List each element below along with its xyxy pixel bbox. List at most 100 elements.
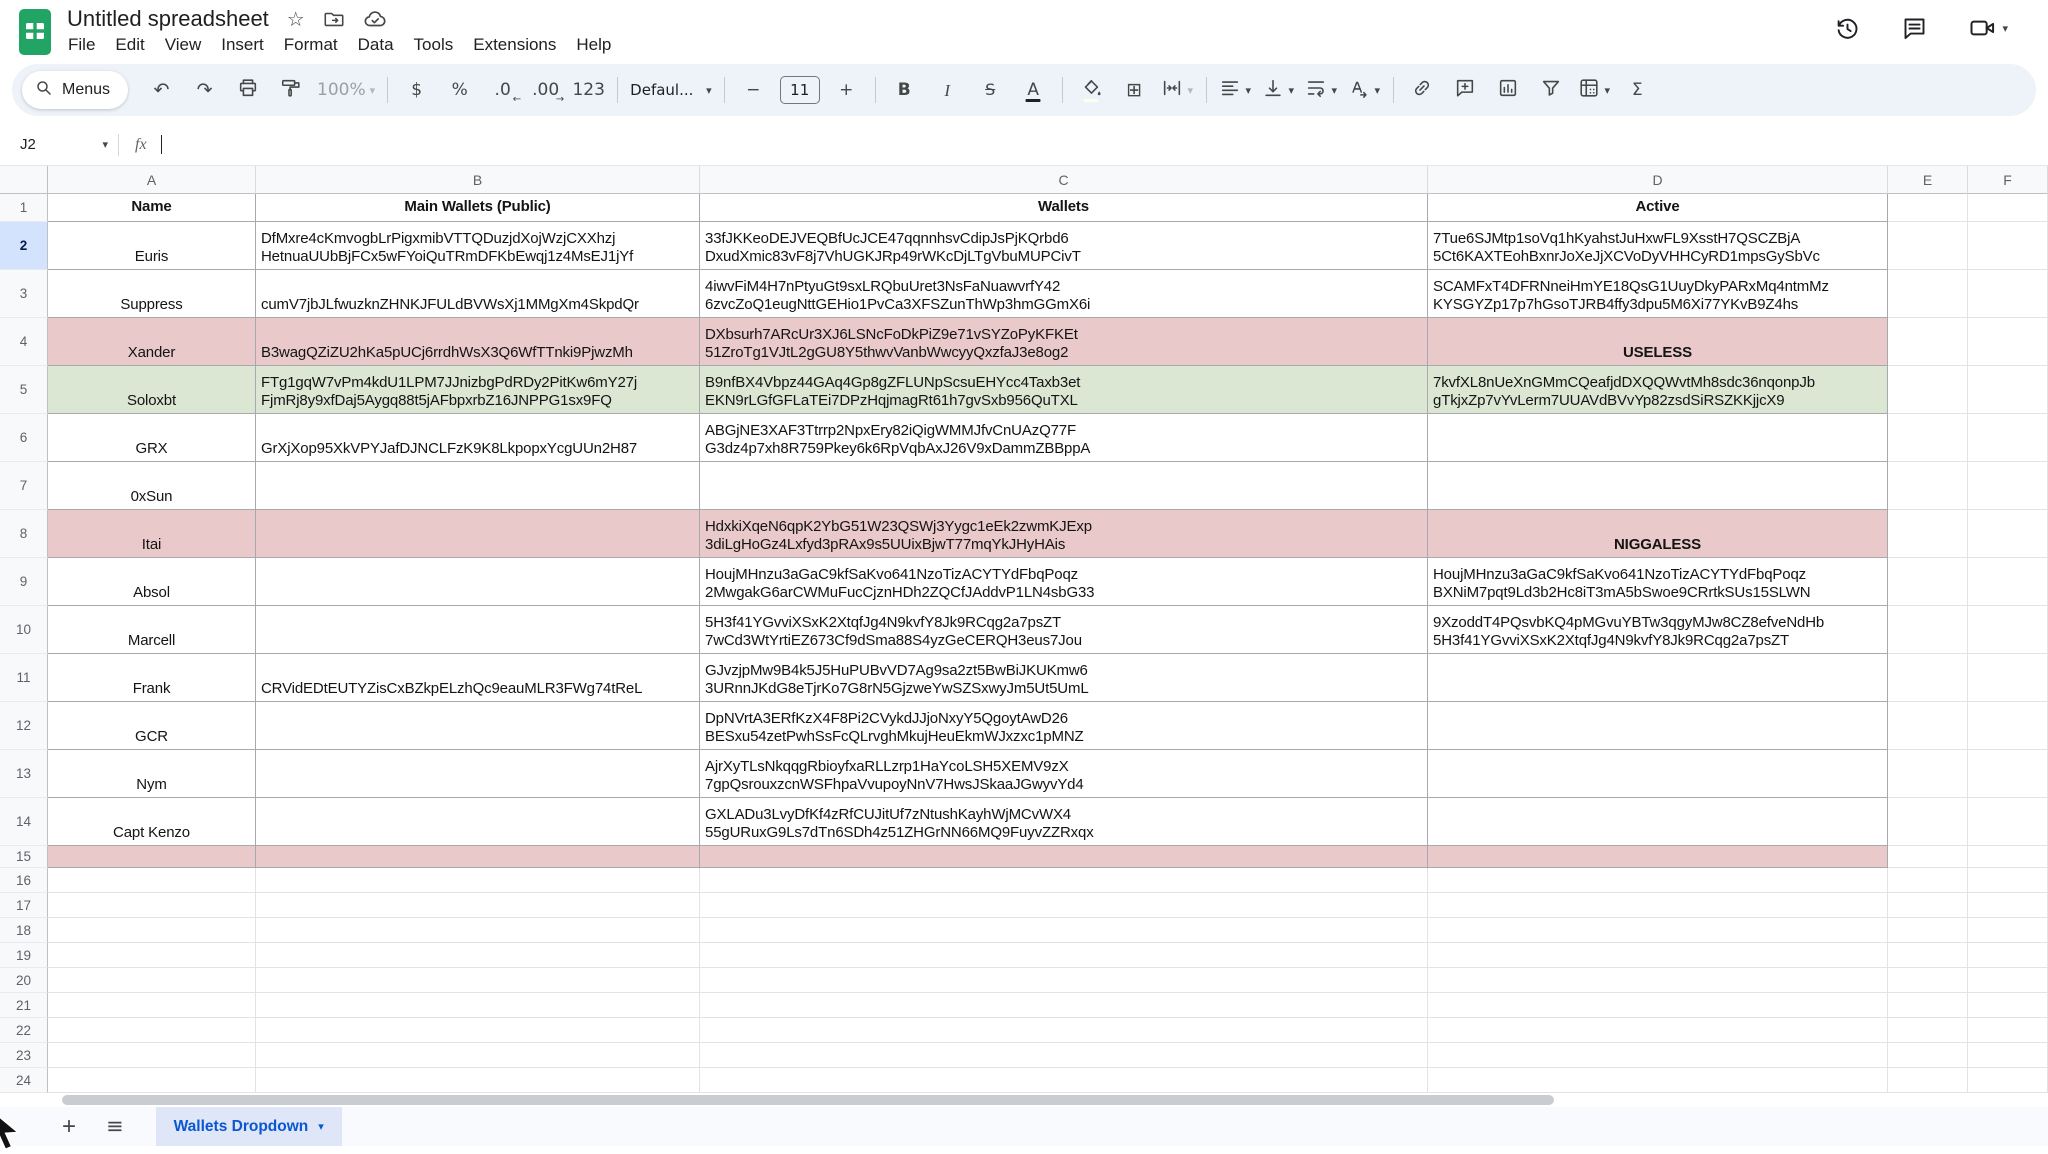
cell-D8[interactable]: NIGGALESS	[1428, 510, 1888, 558]
cell-A17[interactable]	[48, 893, 256, 918]
video-call-icon[interactable]: ▾	[1968, 14, 2008, 42]
cell-B16[interactable]	[256, 868, 700, 893]
cell-B23[interactable]	[256, 1043, 700, 1068]
cell-C16[interactable]	[700, 868, 1428, 893]
name-box-dropdown-icon[interactable]: ▾	[102, 138, 108, 151]
increase-decimals-button[interactable]: .00→	[524, 73, 567, 107]
cell-B17[interactable]	[256, 893, 700, 918]
cell-A1[interactable]: Name	[48, 194, 256, 222]
paint-format-button[interactable]	[269, 73, 312, 107]
cell-D17[interactable]	[1428, 893, 1888, 918]
merge-cells-button[interactable]: ▾	[1156, 73, 1199, 107]
cell-A5[interactable]: Soloxbt	[48, 366, 256, 414]
cell-C10[interactable]: 5H3f41YGvviXSxK2XtqfJg4N9kvfY8Jk9RCqg2a7…	[700, 606, 1428, 654]
cell-D22[interactable]	[1428, 1018, 1888, 1043]
cell-B13[interactable]	[256, 750, 700, 798]
cell-E13[interactable]	[1888, 750, 1968, 798]
row-header-12[interactable]: 12	[0, 702, 48, 750]
cell-D19[interactable]	[1428, 943, 1888, 968]
cell-F9[interactable]	[1968, 558, 2048, 606]
cell-D5[interactable]: 7kvfXL8nUeXnGMmCQeafjdDXQQWvtMh8sdc36nqo…	[1428, 366, 1888, 414]
redo-button[interactable]: ↷	[183, 73, 226, 107]
cell-A10[interactable]: Marcell	[48, 606, 256, 654]
cell-A15[interactable]	[48, 846, 256, 868]
cell-D9[interactable]: HoujMHnzu3aGaC9kfSaKvo641NzoTizACYTYdFbq…	[1428, 558, 1888, 606]
text-wrapping-button[interactable]: ▾	[1300, 73, 1343, 107]
cell-A16[interactable]	[48, 868, 256, 893]
cell-B20[interactable]	[256, 968, 700, 993]
menus-search-pill[interactable]: Menus	[22, 71, 128, 109]
cell-E18[interactable]	[1888, 918, 1968, 943]
version-history-icon[interactable]	[1834, 15, 1861, 42]
format-currency-button[interactable]: $	[395, 73, 438, 107]
cell-C5[interactable]: B9nfBX4Vbpz44GAq4Gp8gZFLUNpScsuEHYcc4Tax…	[700, 366, 1428, 414]
cell-D24[interactable]	[1428, 1068, 1888, 1093]
cell-C18[interactable]	[700, 918, 1428, 943]
cell-C19[interactable]	[700, 943, 1428, 968]
cell-F2[interactable]	[1968, 222, 2048, 270]
insert-chart-button[interactable]	[1487, 73, 1530, 107]
cell-F18[interactable]	[1968, 918, 2048, 943]
cell-D11[interactable]	[1428, 654, 1888, 702]
cell-B5[interactable]: FTg1gqW7vPm4kdU1LPM7JJnizbgPdRDy2PitKw6m…	[256, 366, 700, 414]
cell-F8[interactable]	[1968, 510, 2048, 558]
row-header-15[interactable]: 15	[0, 846, 48, 868]
cell-B7[interactable]	[256, 462, 700, 510]
cell-F17[interactable]	[1968, 893, 2048, 918]
row-header-22[interactable]: 22	[0, 1018, 48, 1043]
name-box[interactable]: J2 ▾	[0, 136, 118, 153]
cell-A21[interactable]	[48, 993, 256, 1018]
cell-B14[interactable]	[256, 798, 700, 846]
vertical-align-button-dropdown-icon[interactable]: ▾	[1288, 84, 1294, 97]
cell-B24[interactable]	[256, 1068, 700, 1093]
text-wrapping-button-dropdown-icon[interactable]: ▾	[1331, 84, 1337, 97]
add-sheet-button[interactable]: +	[62, 1115, 76, 1139]
cell-E23[interactable]	[1888, 1043, 1968, 1068]
cell-E10[interactable]	[1888, 606, 1968, 654]
cell-F14[interactable]	[1968, 798, 2048, 846]
cell-B19[interactable]	[256, 943, 700, 968]
row-header-3[interactable]: 3	[0, 270, 48, 318]
cell-B22[interactable]	[256, 1018, 700, 1043]
select-all-corner[interactable]	[0, 166, 48, 194]
row-header-4[interactable]: 4	[0, 318, 48, 366]
menu-view[interactable]: View	[155, 33, 212, 57]
column-header-E[interactable]: E	[1888, 166, 1968, 194]
row-header-5[interactable]: 5	[0, 366, 48, 414]
cell-E22[interactable]	[1888, 1018, 1968, 1043]
cell-D13[interactable]	[1428, 750, 1888, 798]
cell-C17[interactable]	[700, 893, 1428, 918]
column-header-D[interactable]: D	[1428, 166, 1888, 194]
cell-E3[interactable]	[1888, 270, 1968, 318]
menu-format[interactable]: Format	[274, 33, 348, 57]
cell-B2[interactable]: DfMxre4cKmvogbLrPigxmibVTTQDuzjdXojWzjCX…	[256, 222, 700, 270]
cell-D4[interactable]: USELESS	[1428, 318, 1888, 366]
text-color-button[interactable]: A	[1012, 73, 1055, 107]
cell-A6[interactable]: GRX	[48, 414, 256, 462]
cell-A24[interactable]	[48, 1068, 256, 1093]
merge-cells-button-dropdown-icon[interactable]: ▾	[1187, 84, 1193, 97]
cell-D6[interactable]	[1428, 414, 1888, 462]
cell-B11[interactable]: CRVidEDtEUTYZisCxBZkpELzhQc9eauMLR3FWg74…	[256, 654, 700, 702]
pivot-table-button-dropdown-icon[interactable]: ▾	[1604, 84, 1610, 97]
cell-D3[interactable]: SCAMFxT4DFRNneiHmYE18QsG1UuyDkyPARxMq4nt…	[1428, 270, 1888, 318]
cell-A12[interactable]: GCR	[48, 702, 256, 750]
cell-F1[interactable]	[1968, 194, 2048, 222]
cell-D14[interactable]	[1428, 798, 1888, 846]
cell-D21[interactable]	[1428, 993, 1888, 1018]
print-button[interactable]	[226, 73, 269, 107]
move-to-folder-icon[interactable]	[323, 8, 345, 30]
menu-extensions[interactable]: Extensions	[463, 33, 566, 57]
row-header-11[interactable]: 11	[0, 654, 48, 702]
star-icon[interactable]: ☆	[287, 7, 305, 31]
cell-B21[interactable]	[256, 993, 700, 1018]
cell-D10[interactable]: 9XzoddT4PQsvbKQ4pMGvuYBTw3qgyMJw8CZ8efve…	[1428, 606, 1888, 654]
cell-A4[interactable]: Xander	[48, 318, 256, 366]
cell-E8[interactable]	[1888, 510, 1968, 558]
cell-C9[interactable]: HoujMHnzu3aGaC9kfSaKvo641NzoTizACYTYdFbq…	[700, 558, 1428, 606]
format-percent-button[interactable]: %	[438, 73, 481, 107]
cell-D15[interactable]	[1428, 846, 1888, 868]
row-header-16[interactable]: 16	[0, 868, 48, 893]
column-header-C[interactable]: C	[700, 166, 1428, 194]
row-header-1[interactable]: 1	[0, 194, 48, 222]
